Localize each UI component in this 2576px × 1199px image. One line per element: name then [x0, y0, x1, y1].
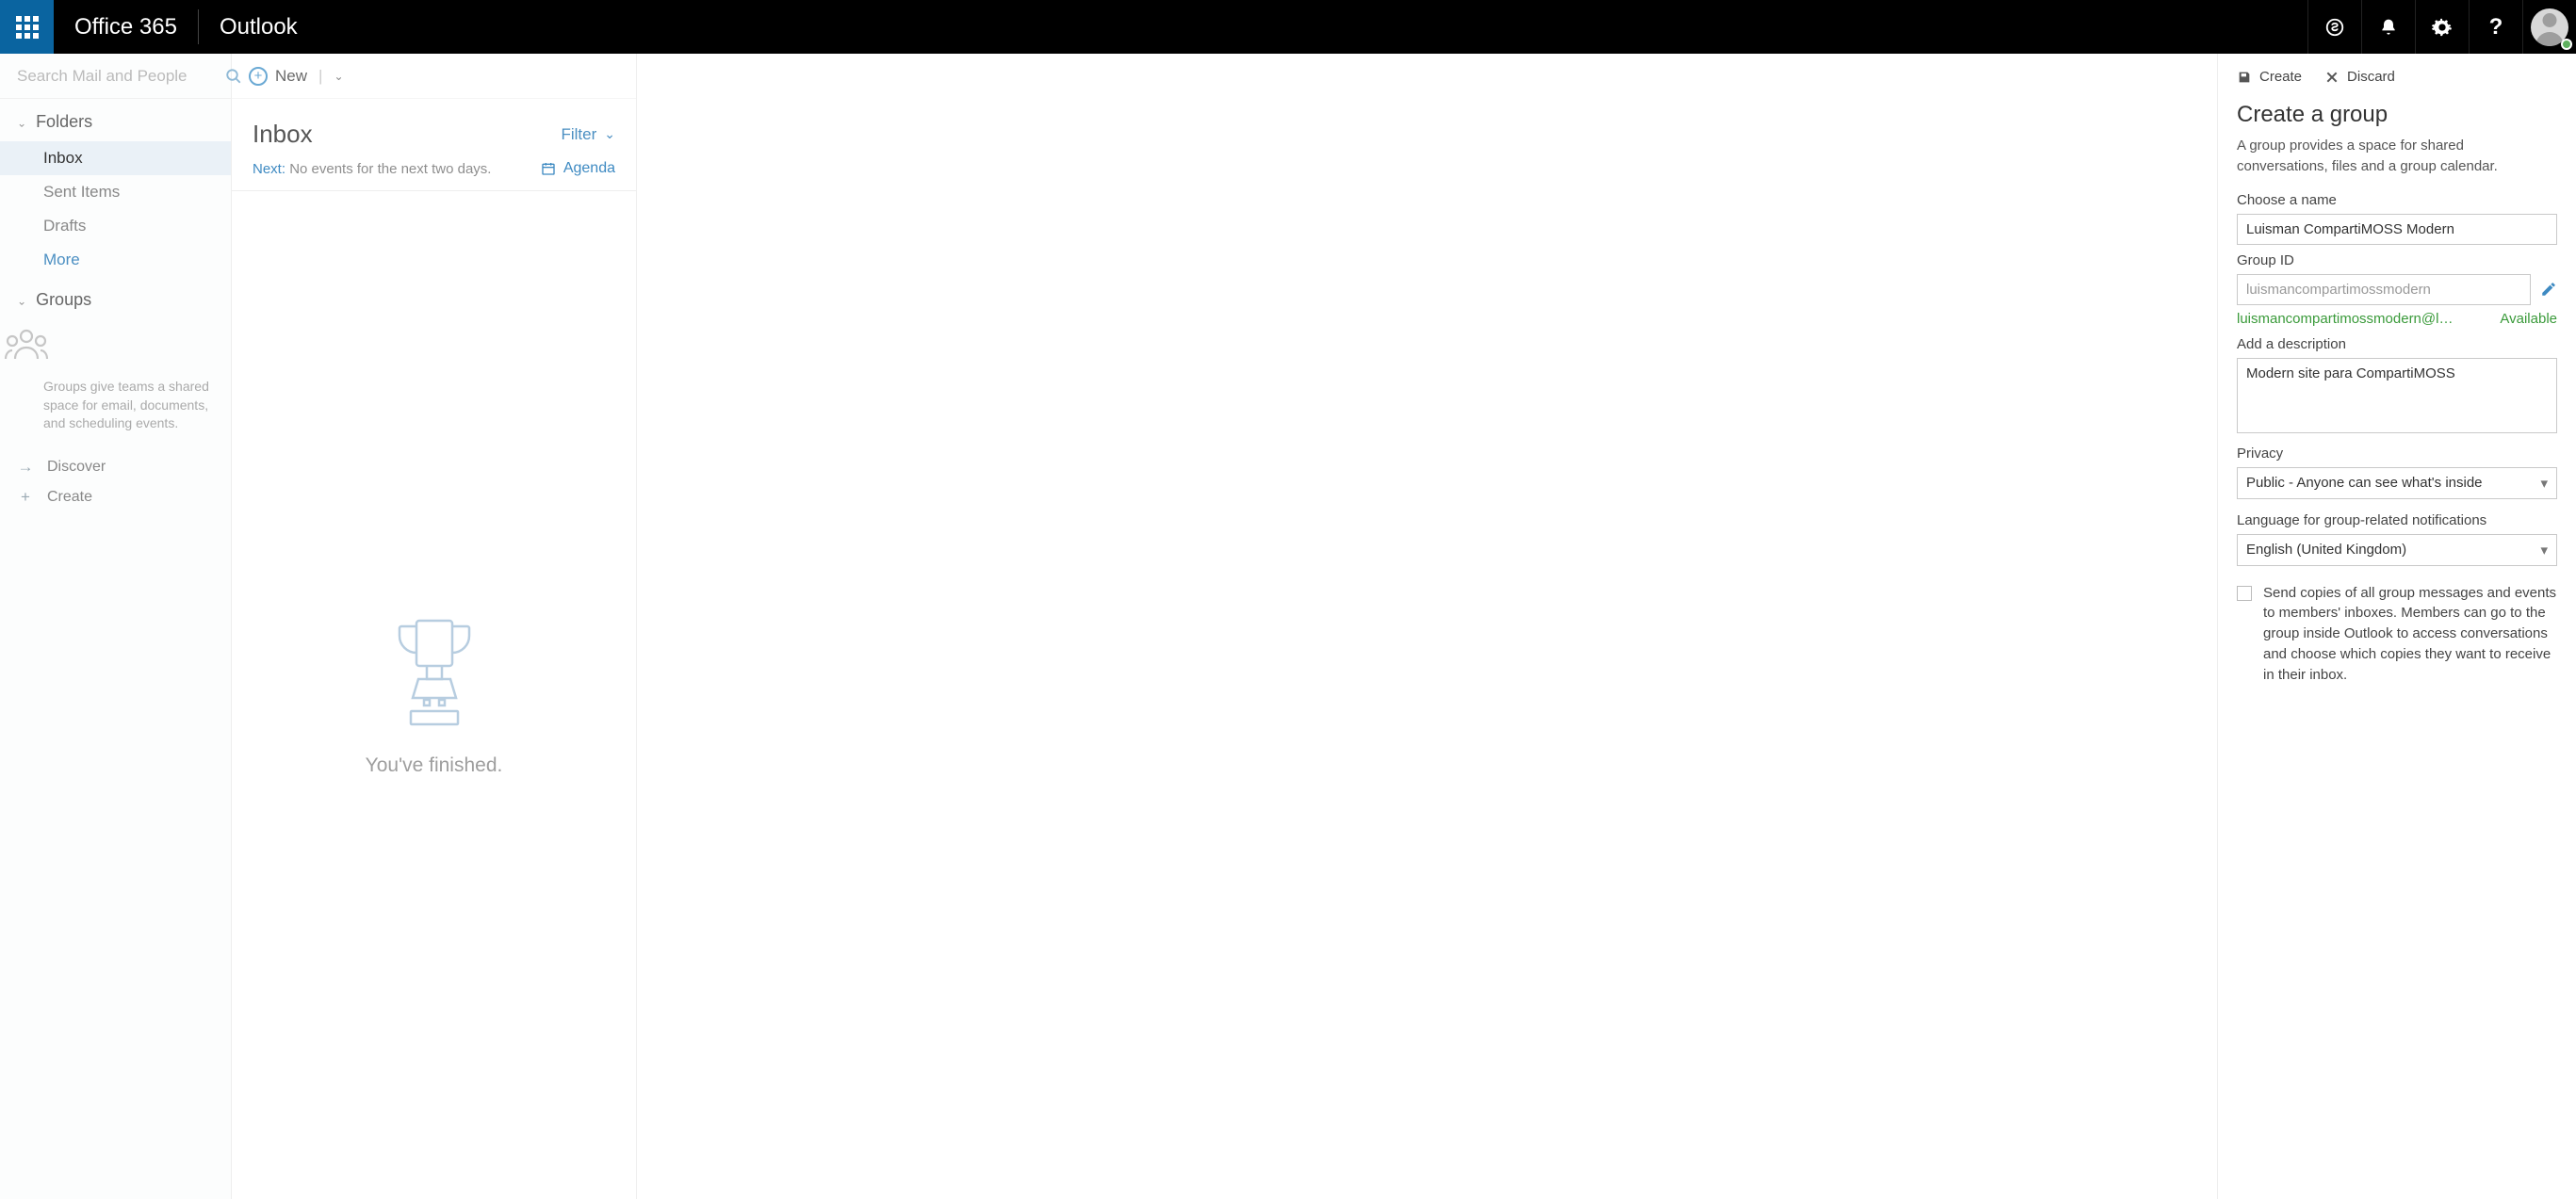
panel-create-button[interactable]: Create [2237, 69, 2302, 85]
sidebar-item-more[interactable]: More [0, 243, 231, 277]
discover-label: Discover [47, 459, 106, 476]
search-input[interactable] [17, 67, 225, 86]
folders-label: Folders [36, 112, 92, 132]
availability-row: luismancompartimossmodern@lman... Availa… [2237, 311, 2557, 327]
sidebar-item-drafts[interactable]: Drafts [0, 209, 231, 243]
settings-icon[interactable] [2415, 0, 2469, 54]
waffle-icon [16, 16, 39, 39]
main-layout: ⌃ Folders Inbox Sent Items Drafts More ⌃… [0, 54, 2576, 1199]
sidebar-item-inbox[interactable]: Inbox [0, 141, 231, 175]
availability-status: Available [2500, 311, 2557, 327]
group-id-input[interactable] [2237, 274, 2531, 305]
agenda-left: Next: No events for the next two days. [253, 161, 491, 177]
spacer [318, 0, 2307, 54]
groupid-row [2237, 274, 2557, 305]
folder-header: Inbox Filter ⌄ [232, 99, 636, 154]
edit-icon[interactable] [2540, 281, 2557, 298]
group-email-preview: luismancompartimossmodern@lman... [2237, 311, 2463, 327]
discover-button[interactable]: → Discover [0, 452, 231, 482]
filter-label: Filter [561, 125, 596, 144]
chevron-down-icon: ⌄ [604, 126, 615, 142]
copies-checkbox[interactable] [2237, 586, 2252, 601]
language-label: Language for group-related notifications [2237, 512, 2557, 528]
presence-available-icon [2561, 39, 2572, 50]
caret-down-icon: ▾ [2540, 542, 2548, 559]
app-launcher[interactable] [0, 0, 54, 54]
calendar-icon [541, 161, 556, 176]
panel-title: Create a group [2237, 102, 2557, 128]
chevron-down-icon[interactable]: ⌄ [334, 70, 343, 83]
next-text: No events for the next two days. [289, 161, 491, 177]
new-label: New [275, 67, 307, 86]
folders-section-header[interactable]: ⌃ Folders [0, 99, 231, 141]
language-value: English (United Kingdom) [2246, 542, 2406, 558]
help-icon[interactable]: ? [2469, 0, 2522, 54]
folder-title: Inbox [253, 120, 313, 149]
reading-pane [637, 54, 2218, 1199]
create-label: Create [47, 489, 92, 506]
panel-create-label: Create [2259, 69, 2302, 85]
chevron-up-icon: ⌃ [17, 294, 26, 307]
top-bar: Office 365 Outlook ? [0, 0, 2576, 54]
left-sidebar: ⌃ Folders Inbox Sent Items Drafts More ⌃… [0, 54, 232, 1199]
create-button[interactable]: + Create [0, 482, 231, 512]
group-name-input[interactable] [2237, 214, 2557, 245]
new-toolbar: + New | ⌄ [232, 54, 636, 99]
trophy-icon [383, 613, 486, 736]
group-description-input[interactable] [2237, 358, 2557, 433]
privacy-value: Public - Anyone can see what's inside [2246, 475, 2483, 491]
plus-icon: + [17, 488, 34, 507]
language-select[interactable]: English (United Kingdom) ▾ [2237, 534, 2557, 566]
agenda-label: Agenda [563, 160, 615, 177]
arrow-right-icon: → [17, 458, 34, 477]
agenda-button[interactable]: Agenda [541, 160, 615, 177]
separator: | [315, 67, 326, 86]
groupid-label: Group ID [2237, 252, 2557, 268]
close-icon [2324, 70, 2340, 85]
chevron-up-icon: ⌃ [17, 116, 26, 129]
save-icon [2237, 70, 2252, 85]
app-name[interactable]: Outlook [199, 0, 318, 54]
name-label: Choose a name [2237, 192, 2557, 208]
profile-avatar[interactable] [2522, 0, 2576, 54]
create-group-panel: Create Discard Create a group A group pr… [2218, 54, 2576, 1199]
empty-text: You've finished. [366, 754, 503, 777]
groups-label: Groups [36, 290, 91, 310]
empty-state: You've finished. [232, 191, 636, 1199]
agenda-row: Next: No events for the next two days. A… [232, 154, 636, 191]
panel-discard-label: Discard [2347, 69, 2395, 85]
caret-down-icon: ▾ [2540, 475, 2548, 492]
notifications-icon[interactable] [2361, 0, 2415, 54]
brand-label[interactable]: Office 365 [54, 0, 198, 54]
message-list-column: + New | ⌄ Inbox Filter ⌄ Next: No events… [232, 54, 637, 1199]
groups-section-header[interactable]: ⌃ Groups [0, 277, 231, 319]
groups-promo-text: Groups give teams a shared space for ema… [0, 368, 231, 443]
copies-checkbox-row: Send copies of all group messages and ev… [2237, 583, 2557, 686]
plus-circle-icon: + [249, 67, 268, 86]
panel-toolbar: Create Discard [2237, 54, 2557, 94]
new-button[interactable]: + New | ⌄ [249, 67, 344, 86]
desc-label: Add a description [2237, 336, 2557, 352]
sidebar-item-sent[interactable]: Sent Items [0, 175, 231, 209]
privacy-label: Privacy [2237, 446, 2557, 462]
privacy-select[interactable]: Public - Anyone can see what's inside ▾ [2237, 467, 2557, 499]
skype-icon[interactable] [2307, 0, 2361, 54]
search-box[interactable] [0, 54, 231, 99]
copies-label: Send copies of all group messages and ev… [2263, 583, 2557, 686]
panel-description: A group provides a space for shared conv… [2237, 136, 2557, 177]
groups-icon [0, 319, 231, 368]
filter-button[interactable]: Filter ⌄ [561, 125, 615, 144]
next-label: Next: [253, 161, 285, 177]
panel-discard-button[interactable]: Discard [2324, 69, 2395, 85]
